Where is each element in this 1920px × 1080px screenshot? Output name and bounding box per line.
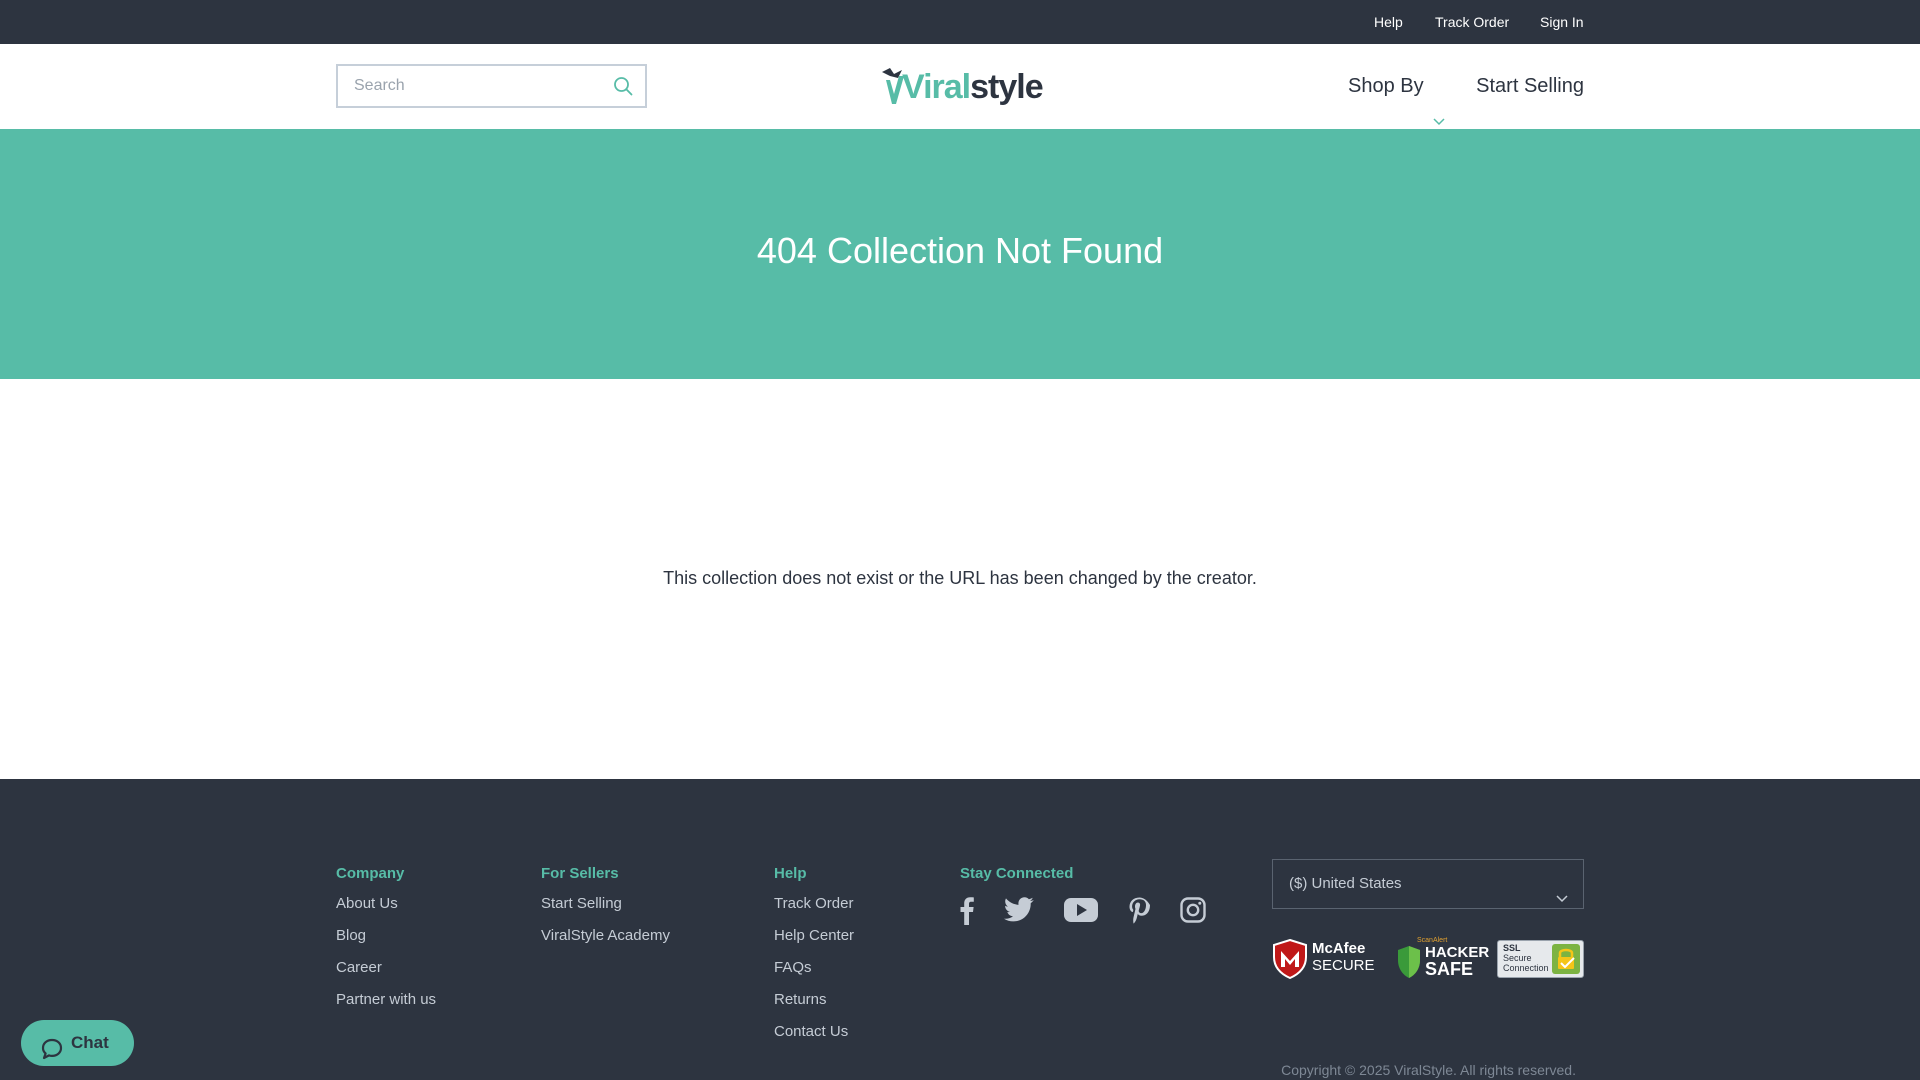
site-footer: Company About Us Blog Career Partner wit… — [0, 779, 1920, 1080]
chat-bubble-icon — [41, 1032, 63, 1060]
footer-about-us-link[interactable]: About Us — [336, 895, 436, 913]
footer-company-heading: Company — [336, 865, 405, 882]
topbar-help-link[interactable]: Help — [1374, 0, 1403, 44]
footer-sellers-heading: For Sellers — [541, 865, 619, 882]
hero-banner: 404 Collection Not Found — [0, 129, 1920, 379]
footer-connected-column: Stay Connected — [960, 865, 1073, 895]
safe-text: SAFE — [1425, 959, 1474, 979]
footer-faqs-link[interactable]: FAQs — [774, 959, 854, 977]
logo-text-style: style — [970, 68, 1043, 106]
search-input[interactable] — [338, 66, 614, 106]
country-select-value: ($) United States — [1289, 875, 1402, 892]
footer-returns-link[interactable]: Returns — [774, 991, 854, 1009]
main-content: This collection does not exist or the UR… — [0, 379, 1920, 779]
mcafee-secure-badge: McAfee SECURE — [1272, 939, 1380, 979]
footer-start-selling-link[interactable]: Start Selling — [541, 895, 670, 913]
not-found-message: This collection does not exist or the UR… — [663, 568, 1257, 588]
mcafee-text: McAfee — [1312, 940, 1366, 957]
search-box — [336, 64, 647, 108]
facebook-icon[interactable] — [960, 897, 974, 930]
chevron-down-icon — [1432, 80, 1446, 125]
country-currency-select[interactable]: ($) United States — [1272, 859, 1584, 909]
shop-by-label: Shop By — [1348, 75, 1424, 97]
chat-button[interactable]: Chat — [21, 1020, 134, 1066]
shop-by-menu[interactable]: Shop By — [1348, 44, 1446, 129]
top-utility-bar: Help Track Order Sign In — [0, 0, 1920, 44]
footer-partner-link[interactable]: Partner with us — [336, 991, 436, 1009]
page-title: 404 Collection Not Found — [756, 230, 1164, 271]
mcafee-secure-text: SECURE — [1312, 957, 1375, 974]
ssl-text: SSL — [1503, 943, 1521, 953]
youtube-icon[interactable] — [1064, 897, 1098, 928]
footer-career-link[interactable]: Career — [336, 959, 436, 977]
topbar-sign-in-link[interactable]: Sign In — [1540, 0, 1584, 44]
hacker-safe-badge: ScanAlert HACKER SAFE — [1397, 937, 1489, 979]
footer-company-column: Company About Us Blog Career Partner wit… — [336, 865, 436, 1023]
lock-icon — [1552, 944, 1580, 974]
footer-blog-link[interactable]: Blog — [336, 927, 436, 945]
footer-contact-link[interactable]: Contact Us — [774, 1023, 854, 1041]
ssl-connection-text: Connection — [1503, 963, 1549, 973]
ssl-secure-badge: SSL Secure Connection — [1497, 939, 1584, 979]
footer-help-center-link[interactable]: Help Center — [774, 927, 854, 945]
copyright-text: Copyright © 2025 ViralStyle. All rights … — [1281, 1062, 1576, 1078]
footer-academy-link[interactable]: ViralStyle Academy — [541, 927, 670, 945]
site-header: Viralstyle Shop By Start Selling — [0, 44, 1920, 130]
viralstyle-logo[interactable]: Viralstyle — [880, 62, 1044, 110]
footer-connected-heading: Stay Connected — [960, 865, 1074, 882]
footer-help-column: Help Track Order Help Center FAQs Return… — [774, 865, 854, 1055]
chat-label: Chat — [71, 1033, 109, 1052]
logo-text-viral: Viral — [902, 68, 971, 106]
footer-track-order-link[interactable]: Track Order — [774, 895, 854, 913]
ssl-secure-text: Secure — [1503, 953, 1532, 963]
instagram-icon[interactable] — [1180, 897, 1206, 928]
topbar-track-order-link[interactable]: Track Order — [1435, 0, 1509, 44]
pinterest-icon[interactable] — [1128, 897, 1150, 930]
footer-help-heading: Help — [774, 865, 807, 882]
footer-sellers-column: For Sellers Start Selling ViralStyle Aca… — [541, 865, 670, 959]
chevron-down-icon — [1555, 878, 1569, 903]
twitter-icon[interactable] — [1003, 897, 1034, 928]
start-selling-link[interactable]: Start Selling — [1476, 44, 1584, 129]
search-icon[interactable] — [613, 76, 633, 96]
